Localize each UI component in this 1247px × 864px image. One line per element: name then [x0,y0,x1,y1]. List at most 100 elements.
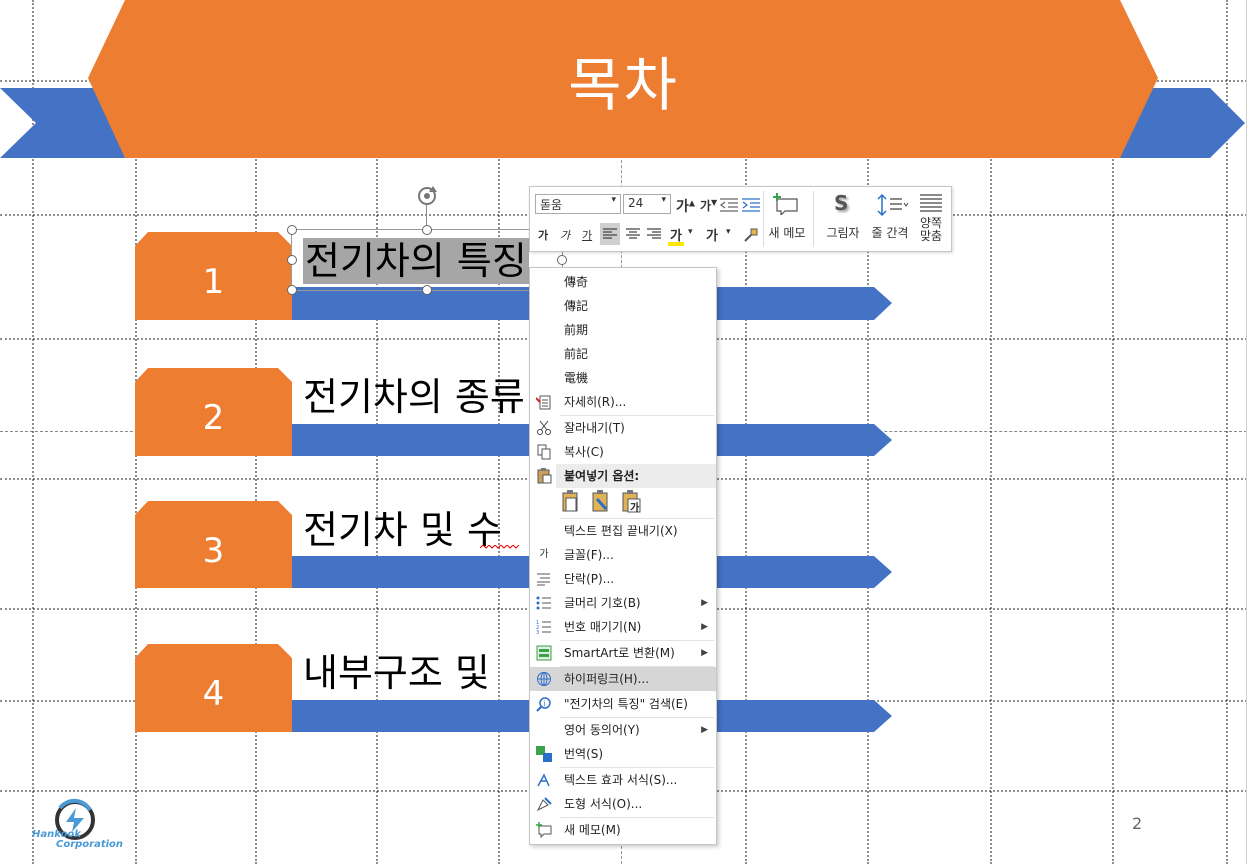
underline-button[interactable]: 가 [582,227,592,243]
menu-item-new-comment[interactable]: 새 메모(M) [530,818,716,842]
font-name-select[interactable]: 돋움 ▾ [535,194,621,214]
menu-item-suggestion[interactable]: 傳記 [530,294,716,318]
align-left-icon [603,228,617,239]
align-right-icon[interactable] [647,228,661,240]
menu-item-suggestion[interactable]: 傳奇 [530,270,716,294]
font-size-select[interactable]: 24 ▾ [623,194,671,214]
align-left-button[interactable] [600,223,620,245]
text-effects-label: 텍스트 효과 서식(S)... [564,773,678,787]
justify-label-line: 맞춤 [919,229,943,243]
resize-handle[interactable] [287,285,297,295]
grow-font-button[interactable]: 가▲ [676,196,695,216]
menu-item-smartart[interactable]: SmartArt로 변환(M) ▶ [530,641,716,665]
bullets-label: 글머리 기호(B) [564,596,641,610]
menu-item-exit-edit[interactable]: 텍스트 편집 끝내기(X) [530,519,716,543]
numbering-icon: 123 [536,619,552,636]
menu-item-text-effects[interactable]: 텍스트 효과 서식(S)... [530,768,716,792]
rotate-handle-icon[interactable] [415,184,439,208]
paragraph-icon [536,571,552,587]
page-number: 2 [1132,814,1143,833]
bold-button[interactable]: 가 [538,227,548,243]
shadow-icon[interactable]: S [834,191,848,215]
suggestion-label: 傳記 [564,299,589,313]
resize-handle[interactable] [422,225,432,235]
item-number-2: 2 [202,398,225,438]
clipboard-icon [536,468,552,487]
font-color-icon: 가 [706,229,718,244]
menu-item-copy[interactable]: 복사(C) [530,440,716,464]
increase-indent-icon[interactable] [742,198,760,212]
mini-toolbar: 돋움 ▾ 24 ▾ 가▲ 가▼ 가 가 가 가 ▾ 가 ▾ 새 메모 S 그림자… [529,186,952,252]
suggestion-label: 前期 [564,323,589,337]
chevron-down-icon[interactable]: ▾ [726,227,731,237]
align-center-icon[interactable] [626,228,640,240]
shape-format-label: 도형 서식(O)... [564,797,643,811]
resize-handle[interactable] [287,255,297,265]
menu-item-shape-format[interactable]: 도형 서식(O)... [530,792,716,816]
item-text-4[interactable]: 내부구조 및 [303,650,490,696]
details-icon [535,394,552,410]
item-text-3[interactable]: 전기차 및 수 [303,507,502,553]
font-icon: 가 [539,549,549,560]
menu-item-font[interactable]: 가 글꼴(F)... [530,543,716,567]
menu-item-translate[interactable]: 번역(S) [530,742,716,766]
paragraph-label: 단락(P)... [564,572,615,586]
hyperlink-label: 하이퍼링크(H)... [564,672,650,686]
paste-options-header: 붙여넣기 옵션: [556,464,716,488]
resize-handle[interactable] [287,225,297,235]
italic-button[interactable]: 가 [560,227,570,243]
svg-text:3: 3 [536,630,539,635]
new-comment-label[interactable]: 새 메모 [767,224,807,241]
chevron-down-icon: ▾ [611,195,616,205]
menu-item-paragraph[interactable]: 단락(P)... [530,567,716,591]
submenu-arrow-icon: ▶ [701,622,708,632]
copy-label: 복사(C) [564,445,604,459]
exit-edit-label: 텍스트 편집 끝내기(X) [564,524,678,538]
menu-item-hyperlink[interactable]: 하이퍼링크(H)... [530,667,716,691]
suggestion-label: 傳奇 [564,275,589,289]
line-spacing-icon[interactable] [876,193,910,217]
smartart-label: SmartArt로 변환(M) [564,646,675,660]
highlight-button[interactable]: 가 [668,225,684,246]
menu-item-numbering[interactable]: 123 번호 매기기(N) ▶ [530,615,716,639]
shape-style-label[interactable]: 그림자 [823,224,863,241]
shrink-font-button[interactable]: 가▼ [700,197,717,214]
new-comment-icon [536,822,552,839]
menu-item-suggestion[interactable]: 前期 [530,318,716,342]
justify-label[interactable]: 양쪽 맞춤 [916,217,946,243]
shrink-font-icon: 가 [700,199,712,213]
numbering-label: 번호 매기기(N) [564,620,642,634]
slide-title[interactable]: 목차 [0,38,1246,122]
decrease-indent-icon[interactable] [720,198,738,212]
shape-format-icon [536,796,552,812]
scissors-icon [536,420,552,436]
item-text-2[interactable]: 전기차의 종류 [303,374,525,420]
item-number-4: 4 [202,674,225,714]
translate-icon [536,746,552,762]
menu-item-bullets[interactable]: 글머리 기호(B) ▶ [530,591,716,615]
copy-icon [536,444,552,460]
line-spacing-label[interactable]: 줄 간격 [868,224,912,241]
paste-keep-source-icon[interactable] [560,490,582,514]
paste-merge-icon[interactable] [590,490,612,514]
suggestion-label: 電機 [564,371,589,385]
menu-item-details[interactable]: 자세히(R)... [530,390,716,414]
justify-icon[interactable] [920,193,942,213]
new-comment-icon[interactable] [773,193,799,215]
bullets-icon [536,595,552,611]
resize-handle[interactable] [422,285,432,295]
menu-item-synonyms[interactable]: 영어 동의어(Y) ▶ [530,718,716,742]
menu-item-suggestion[interactable]: 前記 [530,342,716,366]
resize-handle[interactable] [557,255,567,265]
paste-text-only-button[interactable]: 가 [620,490,642,514]
menu-item-search[interactable]: i "전기차의 특징" 검색(E) [530,692,716,716]
chevron-down-icon[interactable]: ▾ [688,227,693,237]
font-color-button[interactable]: 가 [706,225,718,244]
item-text-1[interactable]: 전기차의 특징 [303,238,529,284]
menu-item-suggestion[interactable]: 電機 [530,366,716,390]
details-label: 자세히(R)... [564,395,627,409]
new-comment-label: 새 메모(M) [564,823,621,837]
format-painter-icon[interactable] [743,227,759,243]
menu-item-cut[interactable]: 잘라내기(T) [530,416,716,440]
font-name-value: 돋움 [540,198,563,212]
